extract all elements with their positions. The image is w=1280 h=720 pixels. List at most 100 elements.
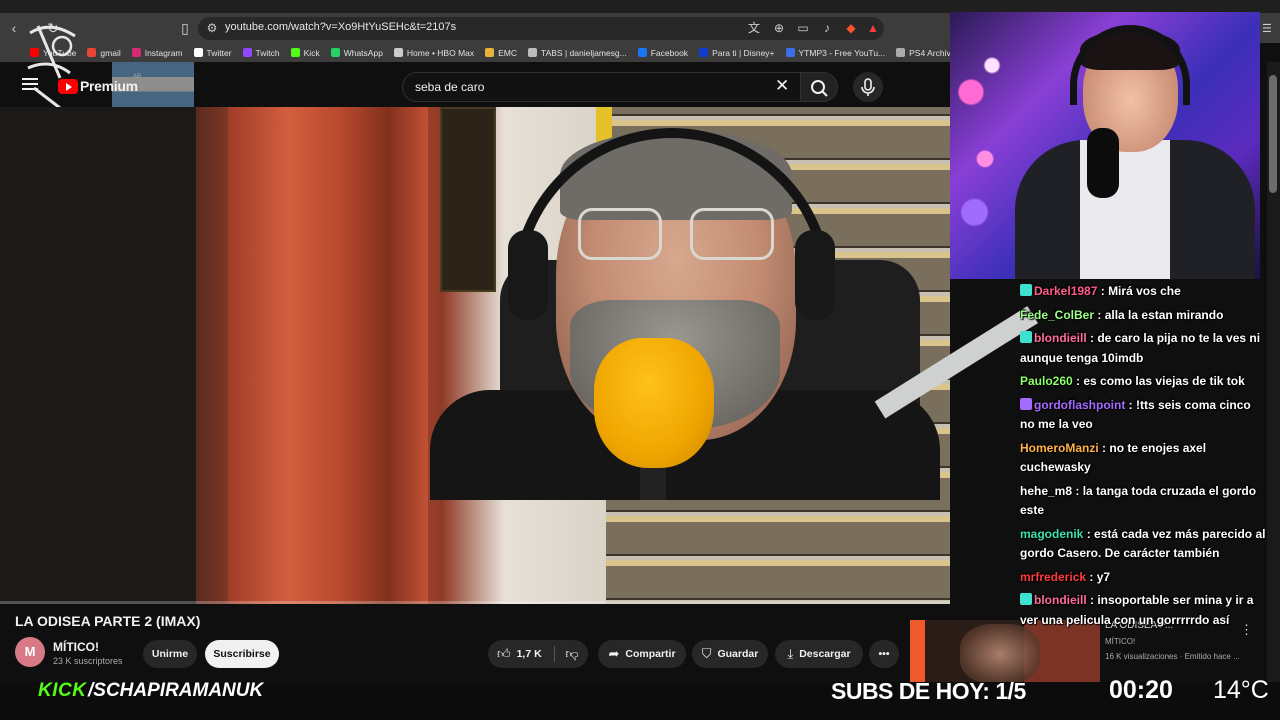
download-icon: ⤓ [787,646,794,661]
chat-badge-icon [1020,284,1032,296]
bookmark-favicon-icon [637,48,647,57]
subscribe-button[interactable]: Suscribirse [205,640,279,668]
chat-username[interactable]: blondieill [1034,331,1087,345]
thumbs-down-icon: 👎︎ [565,646,579,661]
bookmark-favicon-icon [393,48,403,57]
bookmark-item[interactable]: EMC [485,48,517,58]
bookmark-favicon-icon [528,48,538,57]
search-button[interactable] [800,72,838,102]
share-button[interactable]: ➦ Compartir [598,640,686,668]
streamer-microphone [1087,128,1119,198]
bookmark-label: PS4 Archives - D... [909,47,950,58]
bookmark-label: Para ti | Disney+ [712,47,775,58]
chat-text: y7 [1096,569,1111,584]
chat-badge-icon [1020,593,1032,605]
chat-message: Fede_ColBer : alla la estan mirando [1020,307,1224,322]
music-icon[interactable]: ♪ [819,20,835,36]
download-button[interactable]: ⤓ Descargar [775,640,863,668]
bookmark-favicon-icon [330,48,340,57]
more-dots-icon: ••• [878,648,890,660]
bookmark-item[interactable]: Facebook [637,48,688,58]
bookmark-item[interactable]: WhatsApp [330,48,383,58]
chat-username[interactable]: HomeroManzi [1020,441,1099,455]
streamer-logo-watermark [27,25,76,108]
chat-text: alla la estan mirando [1104,307,1224,322]
bookmark-item[interactable]: Twitch [242,48,280,58]
bookmark-favicon-icon [896,48,906,57]
bookmark-favicon-icon [699,48,709,57]
address-bar[interactable]: ⚙ youtube.com/watch?v=Xo9HtYuSEHc&t=2107… [198,17,884,40]
more-actions-button[interactable]: ••• [869,640,899,668]
chat-message: gordoflashpoint : !tts seis coma cinco n… [1020,397,1251,431]
recommended-channel[interactable]: MÍTICO! [1105,637,1135,646]
bookmark-favicon-icon [785,48,795,57]
rewards-icon[interactable]: ▲ [865,20,881,36]
bookmark-star-icon[interactable]: ▯ [175,18,195,38]
share-icon: ➦ [608,646,620,661]
recommended-meta: 16 K visualizaciones · Emitido hace ... [1105,652,1240,661]
download-label: Descargar [799,648,851,660]
search-input[interactable]: seba de caro ✕ [402,72,802,102]
subs-counter: SUBS DE HOY: 1/5 [831,678,1026,704]
kick-label: KICK [38,680,87,701]
bookmark-item[interactable]: Kick [290,48,320,58]
bookmark-label: Home • HBO Max [406,47,475,58]
bookmark-item[interactable]: Twitter [193,48,232,58]
bookmark-item[interactable]: TABS | danieljamesg... [528,48,627,58]
like-dislike-divider [554,646,555,662]
brave-shield-icon[interactable]: ◆ [843,20,859,36]
chat-message: blondieill : insoportable ser mina y ir … [1020,593,1254,627]
webcam-fairy-lights [950,12,1020,279]
browser-menu-icon[interactable]: ☰ [1262,22,1272,35]
bookmark-item[interactable]: PS4 Archives - D... [896,48,950,58]
chat-username[interactable]: blondieill [1034,593,1087,607]
video-progress-bar[interactable] [0,601,950,604]
chat-badge-icon [1020,331,1032,343]
clear-search-icon[interactable]: ✕ [775,76,789,96]
chat-message: blondieill : de caro la pija no te la ve… [1020,331,1261,365]
site-info-icon[interactable]: ⚙ [204,20,220,36]
chat-username[interactable]: mrfrederick [1020,570,1086,584]
scrollbar-thumb[interactable] [1269,75,1277,193]
chat-username[interactable]: hehe_m8 [1020,484,1072,498]
chat-text: es como las viejas de tik tok [1083,374,1245,388]
chat-username[interactable]: Darkel1987 [1034,284,1097,298]
bookmarks-bar: YouTube gmail Instagram Twitter Twitch Kick Wh… [0,43,950,62]
chat-message: HomeroManzi : no te enojes axel cuchewas… [1020,440,1207,475]
chat-username[interactable]: gordoflashpoint [1034,398,1125,412]
chat-username[interactable]: Paulo260 [1020,374,1073,388]
video-yellow-microphone [594,338,714,468]
thumbs-up-icon[interactable]: 👍︎ [497,646,511,662]
dislike-button[interactable]: 👎︎ [556,640,588,668]
video-title: LA ODISEA PARTE 2 (IMAX) [15,613,201,629]
translate-icon[interactable]: 文 [746,20,762,36]
search-query-text: seba de caro [415,80,485,94]
bookmark-favicon-icon [193,48,203,57]
url-text: youtube.com/watch?v=Xo9HtYuSEHc&t=2107s [225,21,457,33]
bookmark-label: TABS | danieljamesg... [541,47,627,58]
bookmark-label: gmail [100,47,121,58]
share-label: Compartir [625,648,676,660]
channel-name[interactable]: MÍTICO! [53,640,99,654]
chat-text: Mirá vos che [1108,284,1181,298]
channel-avatar[interactable]: M [15,637,45,667]
join-button[interactable]: Unirme [143,640,197,668]
zoom-icon[interactable]: ⊕ [771,20,787,36]
bookmark-item[interactable]: Home • HBO Max [393,47,475,58]
chat-username[interactable]: Fede_ColBer [1020,308,1094,322]
video-headphone-right [795,230,835,320]
save-button[interactable]: ⛉ Guardar [692,640,768,668]
bookmark-item[interactable]: YTMP3 - Free YouTu... [785,48,885,58]
bookmark-item[interactable]: gmail [87,47,121,58]
chat-username[interactable]: magodenik [1020,527,1083,541]
recommended-thumbnail-face [960,624,1040,684]
like-count[interactable]: 1,7 K [517,648,542,660]
bookmark-item[interactable]: Para ti | Disney+ [699,47,775,58]
voice-search-button[interactable] [853,72,883,102]
bookmark-item[interactable]: Instagram [131,48,183,58]
subscribe-label: Suscribirse [213,648,271,660]
cast-icon[interactable]: ▭ [795,20,811,36]
chat-message: hehe_m8 : la tanga toda cruzada el gordo… [1020,483,1257,518]
bookmark-favicon-icon [242,48,252,57]
region-label: AR [133,74,142,80]
